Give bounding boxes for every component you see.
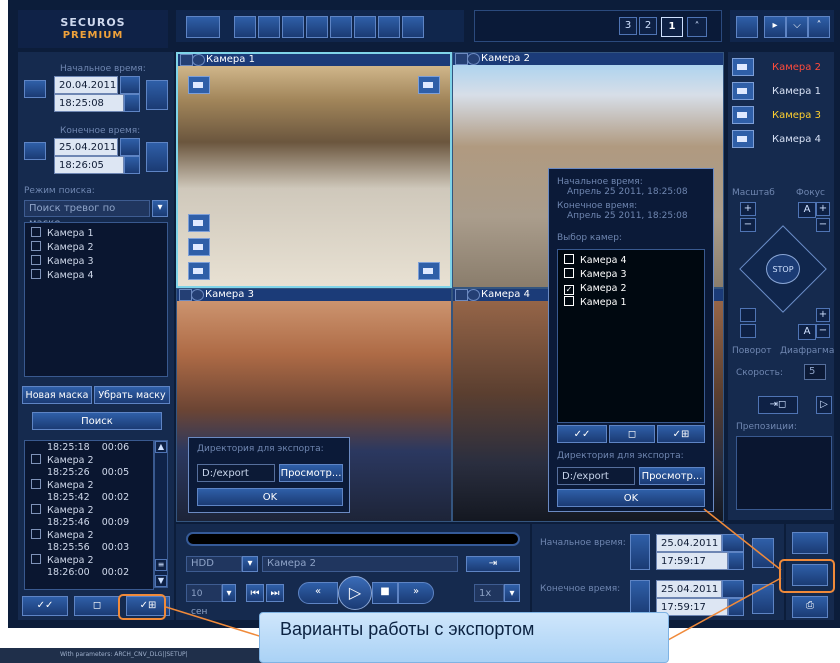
connector-line-right bbox=[667, 577, 782, 641]
export-options-callout: Варианты работы с экспортом bbox=[259, 612, 669, 663]
status-text: With parameters: ARCH_CNV_DLG||SETUP| bbox=[60, 651, 188, 658]
connector-line-top bbox=[703, 508, 782, 571]
connector-line-left bbox=[165, 606, 273, 641]
callout-connectors bbox=[165, 508, 782, 641]
